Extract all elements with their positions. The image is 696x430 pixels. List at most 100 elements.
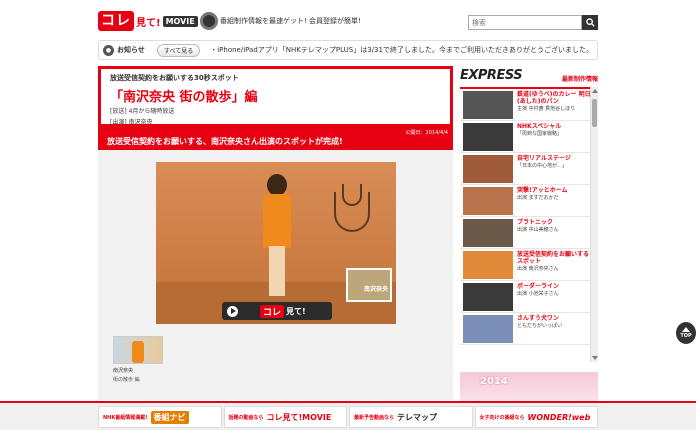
- express-item-title[interactable]: ボーダーライン: [517, 283, 591, 290]
- search-input[interactable]: [468, 15, 582, 30]
- express-item-thumbnail[interactable]: [463, 219, 513, 247]
- footer-link-telemap[interactable]: 最新予告動画なら テレマップ: [349, 406, 473, 428]
- article-headline: 放送受信契約をお願いする、南沢奈央さん出演のスポットが完成!: [107, 137, 343, 146]
- express-item-text: ブラトニック 出演 中山美穂さん: [517, 219, 591, 246]
- search-button[interactable]: [582, 15, 598, 30]
- logo-kore: コレ: [98, 11, 134, 31]
- search-box: [468, 15, 598, 30]
- site-header: コレ 見て! MOVIE 番組制作情報を最速ゲット! 会員登録が簡単!: [0, 0, 696, 38]
- express-item[interactable]: ボーダーライン 出演 小池栄子さん: [460, 281, 598, 313]
- express-list: 鉄道(ゆうべ)のカレー 明日(あした)のパン 主演 中村蒼 貫地谷しほり NHKスペ…: [460, 87, 598, 362]
- express-item-thumbnail[interactable]: [463, 123, 513, 151]
- footer-brand: 番組ナビ: [150, 410, 189, 424]
- express-item-title[interactable]: 放送受信契約をお願いするスポット: [517, 251, 591, 265]
- footer-label: NHK番組情報満載!: [103, 414, 148, 421]
- search-icon: [585, 18, 595, 27]
- play-bar-kore: コレ: [260, 304, 285, 318]
- express-item-thumbnail[interactable]: [463, 315, 513, 343]
- film-reel-icon: [199, 12, 218, 30]
- footer-brand: WONDER!web: [527, 412, 591, 422]
- chandelier-graphic-inner: [342, 184, 362, 206]
- notice-label: ● お知らせ: [103, 44, 145, 56]
- express-item[interactable]: 自宅リアルステージ 「日本の中心地が…」: [460, 153, 598, 185]
- express-item-sub: 出演 小池栄子さん: [517, 291, 559, 297]
- express-item-text: 突撃!アッとホーム 出演 ますだおかだ: [517, 187, 591, 214]
- express-item-title[interactable]: ブラトニック: [517, 219, 591, 226]
- logo-miteru: 見て!: [136, 17, 161, 29]
- banner-2014[interactable]: 2014: [460, 372, 598, 402]
- video-person: [259, 174, 293, 296]
- site-logo[interactable]: コレ 見て! MOVIE: [98, 10, 218, 32]
- footer-label: 話題の動画なら: [228, 414, 264, 421]
- footer-bar: NHK番組情報満載! 番組ナビ 話題の動画なら コレ見て!MOVIE 最新予告動…: [0, 401, 696, 430]
- express-subtitle: 最新制作情報: [561, 76, 598, 83]
- video-thumbnail-item[interactable]: 南沢奈央 街の散歩 編: [113, 336, 163, 383]
- article-title-box: 放送受信契約をお願いする30秒スポット 「南沢奈央 街の散歩」編 [放送] 4月…: [98, 66, 453, 127]
- page: コレ 見て! MOVIE 番組制作情報を最速ゲット! 会員登録が簡単! ● お知…: [0, 0, 696, 430]
- express-logo: EXPRESS: [460, 68, 523, 83]
- person-head: [267, 174, 287, 196]
- article-broadcast: [放送] 4月から随時放送: [110, 108, 175, 115]
- scroll-down-icon[interactable]: [592, 356, 598, 360]
- arrow-up-icon: [682, 327, 690, 332]
- play-bar-miteru: 見て!: [286, 306, 306, 316]
- logo-movie: MOVIE: [162, 15, 198, 27]
- scroll-thumb[interactable]: [592, 99, 597, 127]
- express-header: EXPRESS 最新制作情報: [460, 68, 598, 84]
- express-item-title[interactable]: さんすう犬ワン: [517, 315, 591, 322]
- express-item[interactable]: ブラトニック 出演 中山美穂さん: [460, 217, 598, 249]
- footer-label: 最新予告動画なら: [354, 414, 395, 421]
- express-item-title[interactable]: NHKスペシャル: [517, 123, 591, 130]
- express-item-text: 放送受信契約をお願いするスポット 出演 南沢奈央さん: [517, 251, 591, 278]
- express-item-sub: ともだちがいっぱい: [517, 323, 563, 329]
- notice-all-button[interactable]: すべて見る: [156, 43, 201, 57]
- footer-label: 女子向けの番組なら: [479, 414, 525, 421]
- notice-label-text: お知らせ: [117, 46, 145, 54]
- article-headline-bar: 公開日：2014/4/4 放送受信契約をお願いする、南沢奈央さん出演のスポットが…: [98, 127, 453, 150]
- video-play-bar[interactable]: コレ 見て!: [222, 302, 332, 320]
- express-item-text: さんすう犬ワン ともだちがいっぱい: [517, 315, 591, 342]
- bell-icon: ●: [103, 44, 114, 56]
- express-item[interactable]: 突撃!アッとホーム 出演 ますだおかだ: [460, 185, 598, 217]
- express-item-thumbnail[interactable]: [463, 91, 513, 119]
- article-kicker: 放送受信契約をお願いする30秒スポット: [110, 74, 239, 82]
- thumbnail-name: 南沢奈央: [113, 368, 134, 374]
- express-item-text: 鉄道(ゆうべ)のカレー 明日(あした)のパン 主演 中村蒼 貫地谷しほり: [517, 91, 591, 118]
- express-item-sub: 出演 中山美穂さん: [517, 227, 559, 233]
- express-item-text: NHKスペシャル 「周到な国家戦略」: [517, 123, 591, 150]
- footer-links: NHK番組情報満載! 番組ナビ 話題の動画なら コレ見て!MOVIE 最新予告動…: [98, 406, 598, 428]
- notice-text[interactable]: ・iPhone/iPadアプリ「NHKテレマップPLUS」は3/31で終了しまし…: [210, 45, 593, 55]
- play-icon[interactable]: [227, 305, 238, 317]
- footer-link-kore-mite[interactable]: 話題の動画なら コレ見て!MOVIE: [223, 406, 347, 428]
- main-content: 放送受信契約をお願いする30秒スポット 「南沢奈央 街の散歩」編 [放送] 4月…: [98, 66, 453, 400]
- video-photo-label: 南沢奈央: [364, 286, 389, 293]
- express-item-thumbnail[interactable]: [463, 155, 513, 183]
- express-scrollbar[interactable]: [590, 87, 598, 362]
- express-item-title[interactable]: 自宅リアルステージ: [517, 155, 591, 162]
- footer-link-bangumi-navi[interactable]: NHK番組情報満載! 番組ナビ: [98, 406, 222, 428]
- express-item-thumbnail[interactable]: [463, 283, 513, 311]
- express-item-thumbnail[interactable]: [463, 251, 513, 279]
- thumbnail-sub: 街の散歩 編: [113, 377, 140, 383]
- footer-link-wonder[interactable]: 女子向けの番組なら WONDER!web: [474, 406, 598, 428]
- express-item-thumbnail[interactable]: [463, 187, 513, 215]
- video-player[interactable]: 南沢奈央 コレ 見て!: [156, 162, 396, 324]
- express-item[interactable]: NHKスペシャル 「周到な国家戦略」: [460, 121, 598, 153]
- banner-year: 2014: [480, 376, 508, 387]
- express-item-sub: 主演 中村蒼 貫地谷しほり: [517, 106, 576, 112]
- express-item[interactable]: 放送受信契約をお願いするスポット 出演 南沢奈央さん: [460, 249, 598, 281]
- express-item-title[interactable]: 突撃!アッとホーム: [517, 187, 591, 194]
- express-item[interactable]: 鉄道(ゆうべ)のカレー 明日(あした)のパン 主演 中村蒼 貫地谷しほり: [460, 89, 598, 121]
- header-tagline: 番組制作情報を最速ゲット! 会員登録が簡単!: [220, 17, 361, 25]
- footer-brand: コレ見て!MOVIE: [266, 412, 332, 422]
- publish-date: 公開日：2014/4/4: [405, 130, 448, 136]
- express-item-title[interactable]: 鉄道(ゆうべ)のカレー 明日(あした)のパン: [517, 91, 591, 105]
- back-to-top-button[interactable]: TOP: [676, 322, 696, 344]
- video-thumbnail[interactable]: [113, 336, 163, 364]
- express-item[interactable]: さんすう犬ワン ともだちがいっぱい: [460, 313, 598, 345]
- scroll-up-icon[interactable]: [592, 89, 598, 93]
- express-item-text: ボーダーライン 出演 小池栄子さん: [517, 283, 591, 310]
- express-item-sub: 「日本の中心地が…」: [517, 163, 568, 169]
- article-cast: [出演] 南沢奈央: [110, 119, 153, 126]
- express-item-text: 自宅リアルステージ 「日本の中心地が…」: [517, 155, 591, 182]
